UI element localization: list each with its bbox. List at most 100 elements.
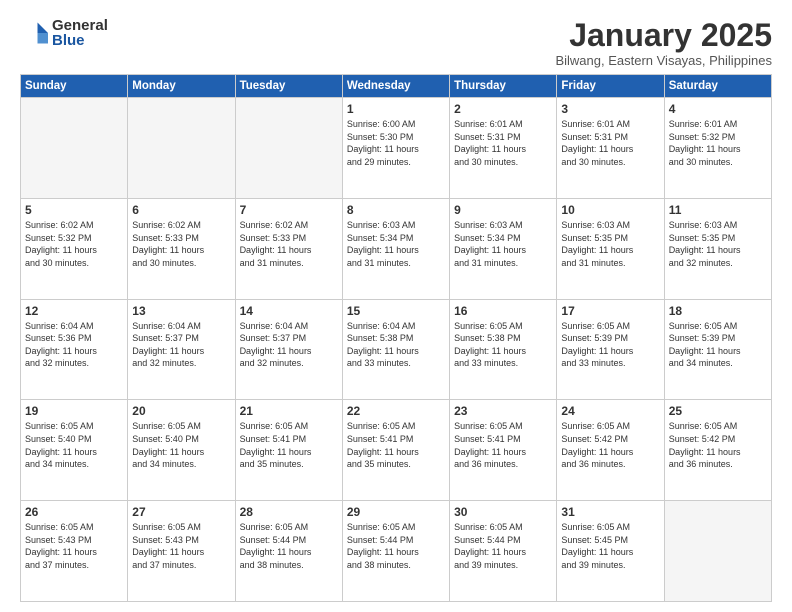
- calendar-cell: 2 Sunrise: 6:01 AM Sunset: 5:31 PM Daylig…: [450, 98, 557, 199]
- day-number: 12: [25, 304, 123, 318]
- calendar-cell: 12 Sunrise: 6:04 AM Sunset: 5:36 PM Dayli…: [21, 299, 128, 400]
- day-number: 23: [454, 404, 552, 418]
- day-info: Sunrise: 6:04 AM Sunset: 5:37 PM Dayligh…: [132, 320, 230, 370]
- logo-icon: [20, 19, 48, 47]
- day-info: Sunrise: 6:00 AM Sunset: 5:30 PM Dayligh…: [347, 118, 445, 168]
- calendar-cell: [235, 98, 342, 199]
- day-number: 20: [132, 404, 230, 418]
- day-header-wednesday: Wednesday: [342, 75, 449, 98]
- calendar-cell: 24 Sunrise: 6:05 AM Sunset: 5:42 PM Dayli…: [557, 400, 664, 501]
- day-number: 4: [669, 102, 767, 116]
- day-info: Sunrise: 6:05 AM Sunset: 5:41 PM Dayligh…: [454, 420, 552, 470]
- calendar-cell: 25Sunrise: 6:05 AM Sunset: 5:42 PM Dayli…: [664, 400, 771, 501]
- calendar-cell: 18 Sunrise: 6:05 AM Sunset: 5:39 PM Dayli…: [664, 299, 771, 400]
- week-row-2: 5Sunrise: 6:02 AM Sunset: 5:32 PM Daylig…: [21, 198, 772, 299]
- calendar-cell: 17 Sunrise: 6:05 AM Sunset: 5:39 PM Dayli…: [557, 299, 664, 400]
- page: General Blue January 2025 Bilwang, Easte…: [0, 0, 792, 612]
- calendar-cell: 27 Sunrise: 6:05 AM Sunset: 5:43 PM Dayli…: [128, 501, 235, 602]
- day-number: 1: [347, 102, 445, 116]
- day-number: 3: [561, 102, 659, 116]
- day-number: 18: [669, 304, 767, 318]
- calendar-cell: 13 Sunrise: 6:04 AM Sunset: 5:37 PM Dayli…: [128, 299, 235, 400]
- day-info: Sunrise: 6:01 AM Sunset: 5:32 PM Dayligh…: [669, 118, 767, 168]
- day-number: 9: [454, 203, 552, 217]
- calendar-cell: 8Sunrise: 6:03 AM Sunset: 5:34 PM Daylig…: [342, 198, 449, 299]
- calendar-cell: 23 Sunrise: 6:05 AM Sunset: 5:41 PM Dayli…: [450, 400, 557, 501]
- calendar-cell: [664, 501, 771, 602]
- day-number: 31: [561, 505, 659, 519]
- calendar-table: SundayMondayTuesdayWednesdayThursdayFrid…: [20, 74, 772, 602]
- day-number: 30: [454, 505, 552, 519]
- day-header-monday: Monday: [128, 75, 235, 98]
- week-row-5: 26 Sunrise: 6:05 AM Sunset: 5:43 PM Dayli…: [21, 501, 772, 602]
- day-number: 21: [240, 404, 338, 418]
- calendar-cell: 5Sunrise: 6:02 AM Sunset: 5:32 PM Daylig…: [21, 198, 128, 299]
- day-info: Sunrise: 6:05 AM Sunset: 5:42 PM Dayligh…: [669, 420, 767, 470]
- day-info: Sunrise: 6:05 AM Sunset: 5:39 PM Dayligh…: [561, 320, 659, 370]
- calendar-cell: 31 Sunrise: 6:05 AM Sunset: 5:45 PM Dayli…: [557, 501, 664, 602]
- calendar-cell: 14Sunrise: 6:04 AM Sunset: 5:37 PM Dayli…: [235, 299, 342, 400]
- calendar-cell: 7 Sunrise: 6:02 AM Sunset: 5:33 PM Daylig…: [235, 198, 342, 299]
- header: General Blue January 2025 Bilwang, Easte…: [20, 18, 772, 68]
- location: Bilwang, Eastern Visayas, Philippines: [555, 53, 772, 68]
- day-number: 10: [561, 203, 659, 217]
- day-info: Sunrise: 6:03 AM Sunset: 5:35 PM Dayligh…: [561, 219, 659, 269]
- day-info: Sunrise: 6:05 AM Sunset: 5:42 PM Dayligh…: [561, 420, 659, 470]
- month-title: January 2025: [555, 18, 772, 53]
- day-number: 15: [347, 304, 445, 318]
- day-info: Sunrise: 6:02 AM Sunset: 5:33 PM Dayligh…: [132, 219, 230, 269]
- calendar-cell: 9 Sunrise: 6:03 AM Sunset: 5:34 PM Daylig…: [450, 198, 557, 299]
- calendar-cell: 22Sunrise: 6:05 AM Sunset: 5:41 PM Dayli…: [342, 400, 449, 501]
- day-number: 24: [561, 404, 659, 418]
- calendar-cell: 20 Sunrise: 6:05 AM Sunset: 5:40 PM Dayli…: [128, 400, 235, 501]
- calendar-cell: 29Sunrise: 6:05 AM Sunset: 5:44 PM Dayli…: [342, 501, 449, 602]
- day-info: Sunrise: 6:05 AM Sunset: 5:44 PM Dayligh…: [240, 521, 338, 571]
- day-number: 2: [454, 102, 552, 116]
- calendar-cell: 21Sunrise: 6:05 AM Sunset: 5:41 PM Dayli…: [235, 400, 342, 501]
- calendar-cell: 26 Sunrise: 6:05 AM Sunset: 5:43 PM Dayli…: [21, 501, 128, 602]
- day-info: Sunrise: 6:05 AM Sunset: 5:43 PM Dayligh…: [132, 521, 230, 571]
- day-info: Sunrise: 6:03 AM Sunset: 5:34 PM Dayligh…: [454, 219, 552, 269]
- day-number: 19: [25, 404, 123, 418]
- logo-blue-text: Blue: [52, 33, 108, 48]
- day-number: 22: [347, 404, 445, 418]
- week-row-3: 12 Sunrise: 6:04 AM Sunset: 5:36 PM Dayli…: [21, 299, 772, 400]
- day-header-tuesday: Tuesday: [235, 75, 342, 98]
- calendar-cell: 11Sunrise: 6:03 AM Sunset: 5:35 PM Dayli…: [664, 198, 771, 299]
- day-number: 29: [347, 505, 445, 519]
- day-info: Sunrise: 6:04 AM Sunset: 5:37 PM Dayligh…: [240, 320, 338, 370]
- day-number: 8: [347, 203, 445, 217]
- title-block: January 2025 Bilwang, Eastern Visayas, P…: [555, 18, 772, 68]
- day-info: Sunrise: 6:05 AM Sunset: 5:45 PM Dayligh…: [561, 521, 659, 571]
- day-number: 11: [669, 203, 767, 217]
- day-info: Sunrise: 6:05 AM Sunset: 5:43 PM Dayligh…: [25, 521, 123, 571]
- calendar-cell: 19 Sunrise: 6:05 AM Sunset: 5:40 PM Dayli…: [21, 400, 128, 501]
- day-number: 27: [132, 505, 230, 519]
- calendar-cell: 16Sunrise: 6:05 AM Sunset: 5:38 PM Dayli…: [450, 299, 557, 400]
- calendar-cell: [21, 98, 128, 199]
- day-info: Sunrise: 6:04 AM Sunset: 5:36 PM Dayligh…: [25, 320, 123, 370]
- day-info: Sunrise: 6:05 AM Sunset: 5:39 PM Dayligh…: [669, 320, 767, 370]
- day-number: 28: [240, 505, 338, 519]
- day-header-thursday: Thursday: [450, 75, 557, 98]
- day-number: 26: [25, 505, 123, 519]
- week-row-1: 1 Sunrise: 6:00 AM Sunset: 5:30 PM Daylig…: [21, 98, 772, 199]
- calendar-cell: 6Sunrise: 6:02 AM Sunset: 5:33 PM Daylig…: [128, 198, 235, 299]
- logo: General Blue: [20, 18, 108, 48]
- day-number: 13: [132, 304, 230, 318]
- calendar-cell: 3 Sunrise: 6:01 AM Sunset: 5:31 PM Daylig…: [557, 98, 664, 199]
- day-number: 7: [240, 203, 338, 217]
- day-header-saturday: Saturday: [664, 75, 771, 98]
- day-info: Sunrise: 6:02 AM Sunset: 5:33 PM Dayligh…: [240, 219, 338, 269]
- calendar-cell: 28 Sunrise: 6:05 AM Sunset: 5:44 PM Dayli…: [235, 501, 342, 602]
- day-info: Sunrise: 6:05 AM Sunset: 5:40 PM Dayligh…: [25, 420, 123, 470]
- day-header-row: SundayMondayTuesdayWednesdayThursdayFrid…: [21, 75, 772, 98]
- day-info: Sunrise: 6:05 AM Sunset: 5:40 PM Dayligh…: [132, 420, 230, 470]
- day-info: Sunrise: 6:01 AM Sunset: 5:31 PM Dayligh…: [454, 118, 552, 168]
- calendar-cell: 30Sunrise: 6:05 AM Sunset: 5:44 PM Dayli…: [450, 501, 557, 602]
- day-header-friday: Friday: [557, 75, 664, 98]
- day-info: Sunrise: 6:01 AM Sunset: 5:31 PM Dayligh…: [561, 118, 659, 168]
- logo-text: General Blue: [52, 18, 108, 48]
- day-info: Sunrise: 6:05 AM Sunset: 5:38 PM Dayligh…: [454, 320, 552, 370]
- day-number: 17: [561, 304, 659, 318]
